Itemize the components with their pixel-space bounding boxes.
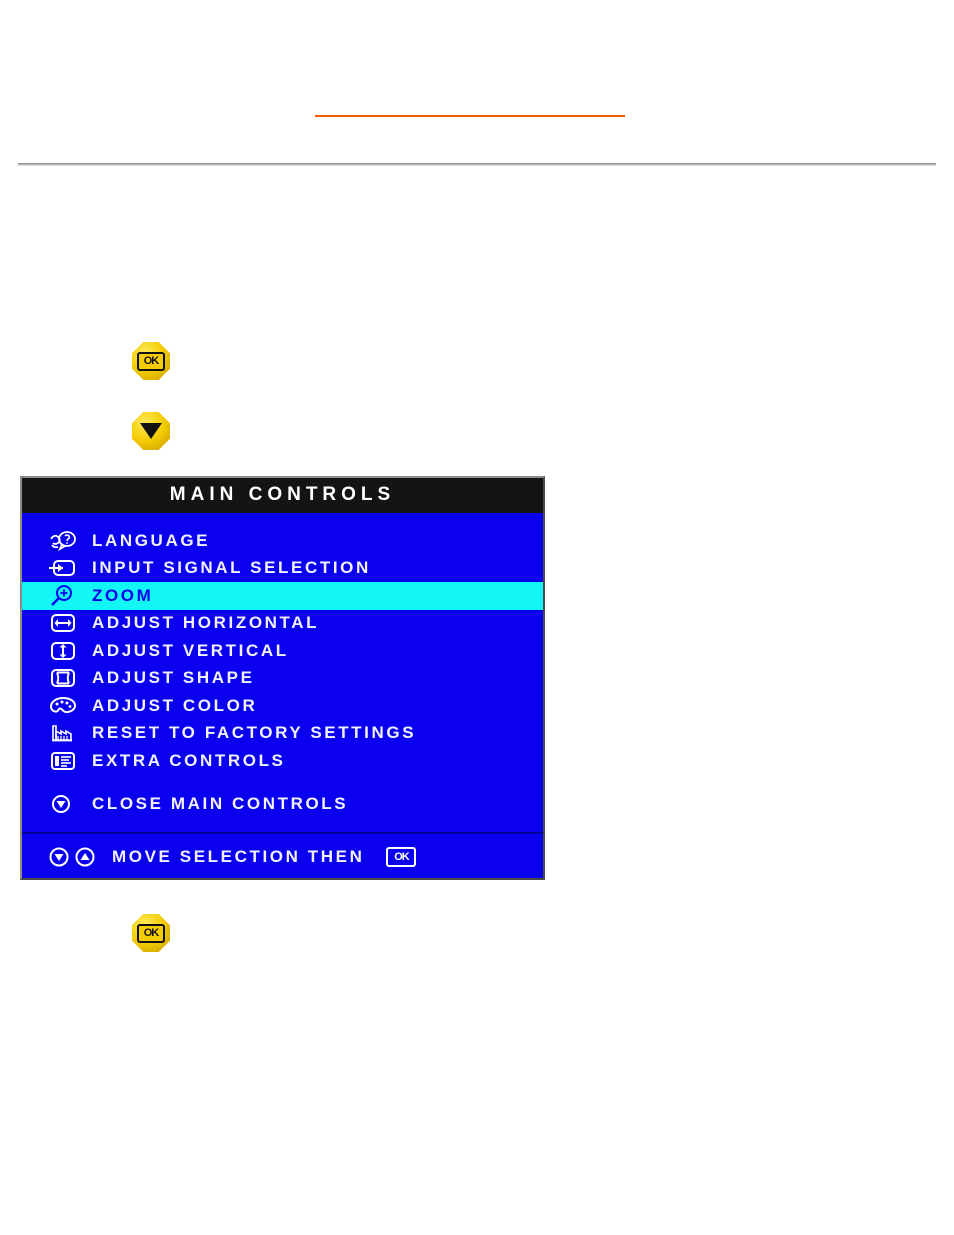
adjust-horizontal-icon	[48, 612, 92, 634]
menu-item-extra-controls[interactable]: EXTRA CONTROLS	[22, 747, 543, 775]
menu-item-label: RESET TO FACTORY SETTINGS	[92, 723, 417, 743]
factory-reset-icon	[48, 722, 92, 744]
menu-item-label: LANGUAGE	[92, 530, 211, 550]
menu-item-close-main-controls[interactable]: CLOSE MAIN CONTROLS	[22, 791, 543, 819]
osd-footer: MOVE SELECTION THEN OK	[22, 836, 543, 878]
move-down-circle-icon	[49, 847, 69, 867]
menu-item-adjust-horizontal[interactable]: ADJUST HORIZONTAL	[22, 610, 543, 638]
osd-menu-list: LANGUAGE INPUT SIGNAL SELECTION ZOOM ADJ…	[22, 513, 543, 836]
input-signal-icon	[48, 557, 92, 579]
menu-item-reset-to-factory-settings[interactable]: RESET TO FACTORY SETTINGS	[22, 720, 543, 748]
move-up-circle-icon	[75, 847, 95, 867]
menu-item-language[interactable]: LANGUAGE	[22, 527, 543, 555]
extra-controls-list-icon	[48, 750, 92, 772]
menu-item-label: ADJUST HORIZONTAL	[92, 613, 320, 633]
ok-octagon-button-top[interactable]: OK	[132, 342, 170, 380]
menu-item-label: EXTRA CONTROLS	[92, 750, 286, 770]
menu-item-zoom[interactable]: ZOOM	[22, 582, 543, 610]
menu-item-label: ADJUST SHAPE	[92, 668, 255, 688]
adjust-color-palette-icon	[48, 695, 92, 717]
adjust-vertical-icon	[48, 640, 92, 662]
ok-octagon-button-bottom[interactable]: OK	[132, 914, 170, 952]
down-triangle-stem	[150, 453, 152, 459]
menu-item-label: ADJUST COLOR	[92, 695, 258, 715]
header-horizontal-rule	[18, 163, 936, 166]
osd-panel: MAIN CONTROLS LANGUAGE INPUT SIGNAL SELE…	[20, 476, 545, 880]
osd-footer-hint: MOVE SELECTION THEN	[112, 847, 365, 866]
osd-title: MAIN CONTROLS	[22, 478, 543, 513]
orange-divider-rule	[315, 115, 625, 117]
move-selection-icons	[48, 846, 98, 868]
close-down-circle-icon	[48, 793, 92, 815]
menu-item-adjust-shape[interactable]: ADJUST SHAPE	[22, 665, 543, 693]
ok-glyph: OK	[137, 923, 165, 943]
menu-item-label: INPUT SIGNAL SELECTION	[92, 558, 371, 578]
osd-footer-separator	[22, 832, 543, 834]
menu-item-input-signal-selection[interactable]: INPUT SIGNAL SELECTION	[22, 555, 543, 583]
menu-spacer	[22, 775, 543, 791]
osd-footer-ok-glyph: OK	[386, 847, 417, 867]
down-arrow-octagon-button[interactable]	[132, 412, 170, 450]
zoom-magnifier-icon	[48, 584, 92, 607]
language-speech-icon	[48, 530, 92, 552]
menu-item-label: ZOOM	[92, 585, 154, 605]
down-triangle-icon	[140, 423, 162, 439]
menu-item-adjust-color[interactable]: ADJUST COLOR	[22, 692, 543, 720]
adjust-shape-icon	[48, 667, 92, 689]
menu-item-label: ADJUST VERTICAL	[92, 640, 289, 660]
menu-item-adjust-vertical[interactable]: ADJUST VERTICAL	[22, 637, 543, 665]
ok-glyph: OK	[137, 351, 165, 371]
menu-item-label: CLOSE MAIN CONTROLS	[92, 794, 349, 814]
